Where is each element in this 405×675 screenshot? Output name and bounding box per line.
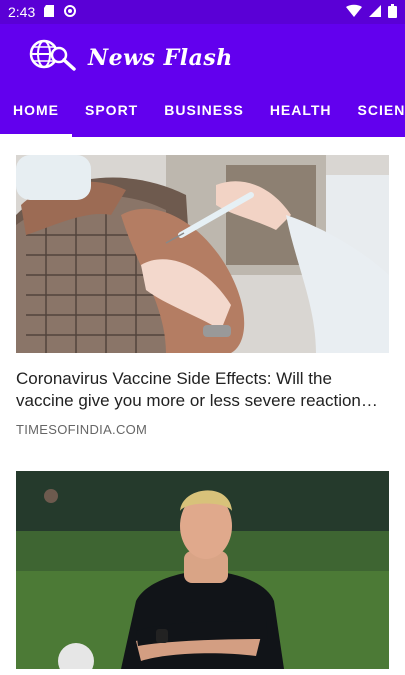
app-title: News Flash — [88, 44, 233, 71]
category-tabs: HOME SPORT BUSINESS HEALTH SCIENCE — [0, 83, 405, 137]
tab-sport[interactable]: SPORT — [72, 83, 151, 137]
tab-business[interactable]: BUSINESS — [151, 83, 257, 137]
app-bar: News Flash HOME SPORT BUSINESS HEALTH SC… — [0, 24, 405, 137]
news-feed: Coronavirus Vaccine Side Effects: Will t… — [0, 137, 405, 669]
globe-search-icon — [28, 38, 76, 77]
wifi-icon — [346, 4, 362, 21]
vaccine-injection-photo — [16, 155, 389, 353]
article-image[interactable] — [16, 155, 389, 353]
article-source: TIMESOFINDIA.COM — [16, 422, 148, 437]
article-image[interactable] — [16, 471, 389, 669]
status-time: 2:43 — [8, 4, 36, 20]
tab-science[interactable]: SCIENCE — [345, 83, 405, 137]
cell-signal-icon — [368, 4, 382, 21]
data-saver-icon — [63, 4, 77, 21]
app-brand: News Flash — [28, 38, 233, 77]
article-title[interactable]: Coronavirus Vaccine Side Effects: Will t… — [16, 368, 389, 412]
article-card[interactable] — [0, 471, 405, 669]
tab-home[interactable]: HOME — [0, 83, 72, 137]
article-card[interactable]: Coronavirus Vaccine Side Effects: Will t… — [0, 155, 405, 437]
coach-crossed-arms-photo — [16, 471, 389, 669]
sd-card-icon — [43, 4, 55, 21]
battery-icon — [388, 3, 397, 21]
tab-health[interactable]: HEALTH — [257, 83, 345, 137]
status-bar: 2:43 — [0, 0, 405, 24]
